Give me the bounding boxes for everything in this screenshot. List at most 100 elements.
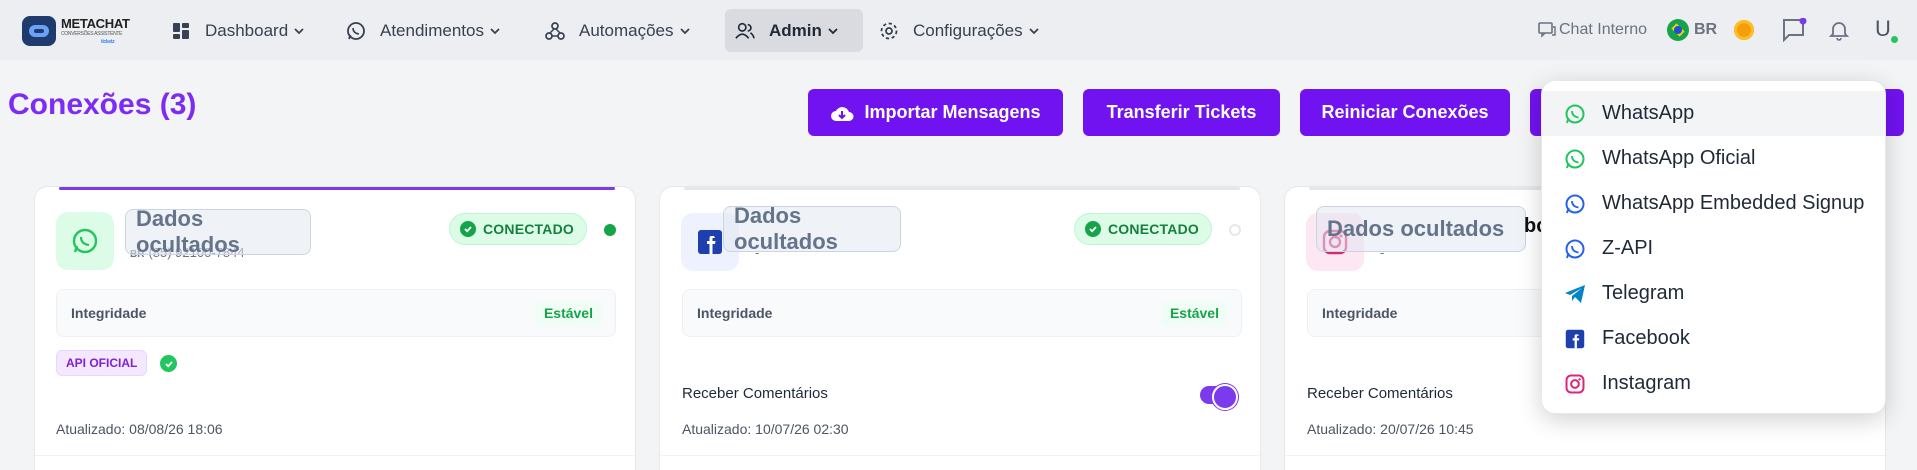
- whatsapp-icon: [1564, 193, 1586, 215]
- dashboard-icon: [171, 21, 191, 41]
- page-title: Conexões (3): [8, 88, 197, 121]
- menu-item-label: WhatsApp: [1602, 102, 1695, 124]
- add-connection-menu: WhatsApp WhatsApp Oficial WhatsApp Embed…: [1541, 80, 1886, 414]
- menu-item-label: Facebook: [1602, 327, 1690, 349]
- menu-item-label: Instagram: [1602, 372, 1691, 394]
- check-circle-icon: [160, 355, 177, 372]
- nav-dashboard-label: Dashboard: [205, 20, 289, 40]
- online-status-dot: [604, 224, 616, 236]
- facebook-icon: [1564, 328, 1586, 350]
- card-divider: [35, 455, 635, 456]
- receive-comments-toggle[interactable]: [1200, 384, 1238, 410]
- card-divider: [660, 455, 1260, 456]
- card-accent-bar: [59, 187, 615, 190]
- nav-configuracoes-label: Configurações: [913, 20, 1023, 40]
- status-label: CONECTADO: [1108, 221, 1199, 237]
- chevron-down-icon: [1028, 26, 1039, 36]
- messages-button[interactable]: [1781, 15, 1807, 45]
- webhook-icon: [545, 21, 565, 41]
- user-menu[interactable]: U: [1868, 14, 1900, 45]
- nav-automacoes[interactable]: Automações: [535, 9, 700, 52]
- restart-connections-label: Reiniciar Conexões: [1321, 102, 1489, 122]
- nav-configuracoes[interactable]: Configurações: [869, 9, 1049, 52]
- chat-interno-label: Chat Interno: [1559, 21, 1648, 38]
- receive-comments-label: Receber Comentários: [682, 385, 828, 402]
- menu-item-telegram[interactable]: Telegram: [1542, 271, 1885, 316]
- integrity-label: Integridade: [71, 305, 147, 321]
- theme-toggle[interactable]: [1734, 15, 1754, 45]
- nav-admin[interactable]: Admin: [725, 9, 863, 52]
- users-icon: [735, 21, 755, 41]
- chevron-down-icon: [490, 26, 500, 36]
- receive-comments-label: Receber Comentários: [1307, 385, 1453, 402]
- gear-icon: [879, 21, 899, 41]
- card-accent-bar: [684, 187, 1240, 190]
- status-badge: CONECTADO: [1074, 213, 1212, 245]
- import-messages-button[interactable]: Importar Mensagens: [808, 89, 1063, 136]
- language-selector[interactable]: BR: [1667, 15, 1717, 45]
- chat-icon: [1538, 22, 1556, 38]
- top-navbar: METACHAT CONVERSÕES ASSISTENTE ticketz D…: [0, 0, 1917, 60]
- sun-icon: [1734, 20, 1754, 40]
- check-circle-icon: [460, 221, 476, 237]
- connection-card: BR(85) 92100-7844 Dados ocultados CONECT…: [34, 186, 636, 470]
- connection-name: Dados ocultados: [723, 203, 901, 254]
- status-badge: CONECTADO: [449, 213, 587, 245]
- nav-atendimentos[interactable]: Atendimentos: [336, 9, 510, 52]
- integrity-row: Integridade Estável: [56, 289, 616, 337]
- whatsapp-icon: [1564, 148, 1586, 170]
- brand-logo[interactable]: METACHAT CONVERSÕES ASSISTENTE ticketz: [22, 12, 137, 50]
- bell-icon: [1828, 19, 1850, 41]
- menu-item-whatsapp-oficial[interactable]: WhatsApp Oficial: [1542, 136, 1885, 181]
- notifications-button[interactable]: [1828, 15, 1850, 45]
- menu-item-whatsapp-embedded-signup[interactable]: WhatsApp Embedded Signup: [1542, 181, 1885, 226]
- menu-item-whatsapp[interactable]: WhatsApp: [1542, 91, 1885, 136]
- menu-item-z-api[interactable]: Z-API: [1542, 226, 1885, 271]
- brand-sub: ticketz: [101, 39, 115, 45]
- message-square-icon: [1781, 18, 1807, 42]
- brand-name: METACHAT: [61, 16, 130, 31]
- updated-at: Atualizado: 08/08/26 18:06: [56, 421, 223, 437]
- language-label: BR: [1694, 21, 1718, 38]
- integrity-label: Integridade: [1322, 305, 1398, 321]
- whatsapp-icon: [346, 21, 366, 41]
- integrity-label: Integridade: [697, 305, 773, 321]
- whatsapp-icon: [56, 212, 114, 270]
- brand-tagline: CONVERSÕES ASSISTENTE: [61, 31, 123, 37]
- cloud-download-icon: [830, 104, 854, 122]
- nav-admin-label: Admin: [769, 20, 822, 40]
- integrity-status: Estável: [535, 301, 601, 325]
- menu-item-facebook[interactable]: Facebook: [1542, 316, 1885, 361]
- chat-interno-link[interactable]: Chat Interno: [1538, 15, 1647, 45]
- menu-item-label: WhatsApp Oficial: [1602, 147, 1756, 169]
- card-divider: [1285, 455, 1885, 456]
- connection-card: - Dados ocultados CONECTADO Integridade …: [659, 186, 1261, 470]
- chevron-down-icon: [294, 26, 304, 36]
- brazil-flag-icon: [1667, 19, 1689, 41]
- menu-item-instagram[interactable]: Instagram: [1542, 361, 1885, 406]
- check-circle-icon: [1085, 221, 1101, 237]
- connection-name: Dados ocultados: [125, 206, 311, 257]
- transfer-tickets-button[interactable]: Transferir Tickets: [1083, 89, 1280, 136]
- whatsapp-icon: [1564, 238, 1586, 260]
- telegram-icon: [1564, 283, 1586, 305]
- nav-automacoes-label: Automações: [579, 20, 674, 40]
- restart-connections-button[interactable]: Reiniciar Conexões: [1300, 89, 1510, 136]
- avatar: U: [1868, 14, 1900, 45]
- integrity-status: Estável: [1161, 301, 1227, 325]
- status-label: CONECTADO: [483, 221, 574, 237]
- updated-at: Atualizado: 20/07/26 10:45: [1307, 421, 1474, 437]
- import-messages-label: Importar Mensagens: [864, 102, 1041, 122]
- nav-atendimentos-label: Atendimentos: [380, 20, 484, 40]
- transfer-tickets-label: Transferir Tickets: [1106, 102, 1257, 122]
- chevron-down-icon: [828, 26, 838, 36]
- updated-at: Atualizado: 10/07/26 02:30: [682, 421, 849, 437]
- menu-item-label: WhatsApp Embedded Signup: [1602, 192, 1865, 214]
- menu-item-label: Z-API: [1602, 237, 1654, 259]
- api-badge: API OFICIAL: [56, 350, 148, 376]
- connection-name: Dados ocultados: [1316, 206, 1526, 252]
- menu-item-label: Telegram: [1602, 282, 1685, 304]
- nav-dashboard[interactable]: Dashboard: [161, 9, 314, 52]
- whatsapp-icon: [1564, 103, 1586, 125]
- integrity-row: Integridade Estável: [682, 289, 1242, 337]
